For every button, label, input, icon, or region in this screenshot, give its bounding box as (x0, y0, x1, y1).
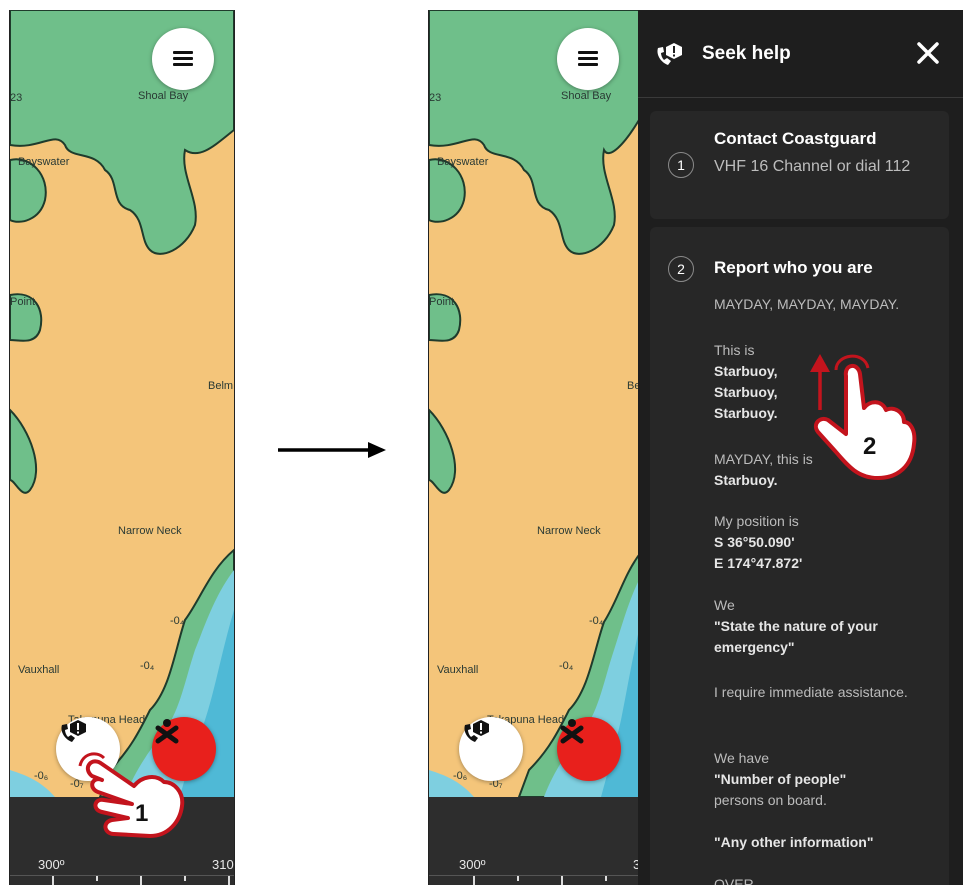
seek-help-button[interactable] (459, 717, 523, 781)
contact-coastguard-card[interactable]: 1 Contact Coastguard VHF 16 Channel or d… (650, 111, 949, 219)
we-line: We (714, 597, 735, 613)
mayday-line: MAYDAY, MAYDAY, MAYDAY. (714, 296, 900, 312)
card-subtitle: VHF 16 Channel or dial 112 (714, 158, 911, 175)
require-line: I require immediate assistance. (714, 684, 908, 700)
map-label: Shoal Bay (561, 90, 612, 102)
chart-map[interactable]: Shoal Bay 23 Bayswater Point Bel Narrow … (429, 10, 639, 797)
left-screen: Shoal Bay 23 Bayswater Point Belm Narrow… (9, 10, 235, 885)
depth-label: -0₄ (140, 660, 155, 672)
menu-button[interactable] (152, 28, 214, 90)
map-label: Point (10, 296, 36, 308)
right-screen: Shoal Bay 23 Bayswater Point Bel Narrow … (428, 10, 639, 885)
heading-label: 310 (212, 857, 234, 872)
phone-alert-icon (61, 720, 86, 742)
depth-label: -0₆ (453, 770, 468, 782)
map-label: 23 (10, 92, 23, 104)
step-number-circle: 2 (668, 256, 694, 282)
chart-map[interactable]: Shoal Bay 23 Bayswater Point Belm Narrow… (10, 10, 234, 797)
map-label: Bayswater (18, 156, 70, 168)
map-label: Narrow Neck (118, 525, 182, 537)
heading-ticks (10, 875, 234, 885)
step-number: 1 (135, 800, 149, 827)
over-line: OVER (714, 876, 754, 885)
boat-name: Starbuoy. (714, 472, 778, 488)
any-other-info-placeholder: "Any other information" (714, 834, 874, 850)
card-title: Report who you are (714, 258, 873, 277)
depth-label: -0₄ (589, 615, 604, 627)
position-label: My position is (714, 513, 799, 529)
seek-help-panel[interactable]: Seek help 1 Contact Coastguard VHF 16 Ch… (638, 10, 963, 885)
chart-shapes (429, 10, 639, 797)
phone-alert-icon (657, 43, 682, 65)
depth-label: -0₆ (34, 770, 49, 782)
map-label: Bayswater (437, 156, 489, 168)
chart-shapes (10, 10, 234, 797)
panel-title: Seek help (702, 43, 791, 64)
step-number-circle: 1 (668, 152, 694, 178)
menu-icon (578, 51, 598, 67)
man-overboard-icon (155, 719, 179, 744)
heading-label: 300º (38, 857, 65, 872)
state-nature-placeholder: "State the nature of your emergency" (714, 618, 878, 655)
card-title: Contact Coastguard (714, 129, 877, 148)
boat-name: Starbuoy. (714, 405, 778, 421)
map-label: Narrow Neck (537, 525, 601, 537)
map-label: Belm (208, 380, 234, 392)
heading-bar[interactable]: 300º 3 (429, 797, 639, 885)
menu-button[interactable] (557, 28, 619, 90)
man-overboard-button[interactable] (557, 717, 621, 781)
heading-label: 300º (459, 857, 486, 872)
persons-on-board-line: persons on board. (714, 792, 827, 808)
close-icon[interactable] (915, 40, 941, 66)
tap-hand-icon (78, 752, 185, 838)
panel-header: Seek help (638, 10, 963, 98)
arrow-right-icon (278, 442, 386, 458)
map-label: 23 (429, 92, 442, 104)
latitude-value: S 36°50.090' (714, 534, 795, 550)
boat-name: Starbuoy, (714, 384, 778, 400)
heading-ticks (429, 875, 639, 885)
number-people-placeholder: "Number of people" (714, 771, 847, 787)
longitude-value: E 174°47.872' (714, 555, 803, 571)
man-overboard-icon (560, 719, 584, 744)
depth-label: -0₄ (559, 660, 574, 672)
menu-icon (173, 51, 193, 67)
map-label: Vauxhall (437, 664, 479, 676)
step-number: 2 (863, 433, 877, 460)
swipe-up-hand-icon (810, 354, 917, 480)
map-label: Vauxhall (18, 664, 60, 676)
map-label: Point (429, 296, 455, 308)
map-label: Shoal Bay (138, 90, 189, 102)
depth-label: -0₄ (170, 615, 185, 627)
we-have-line: We have (714, 750, 769, 766)
phone-alert-icon (464, 720, 489, 742)
boat-name: Starbuoy, (714, 363, 778, 379)
